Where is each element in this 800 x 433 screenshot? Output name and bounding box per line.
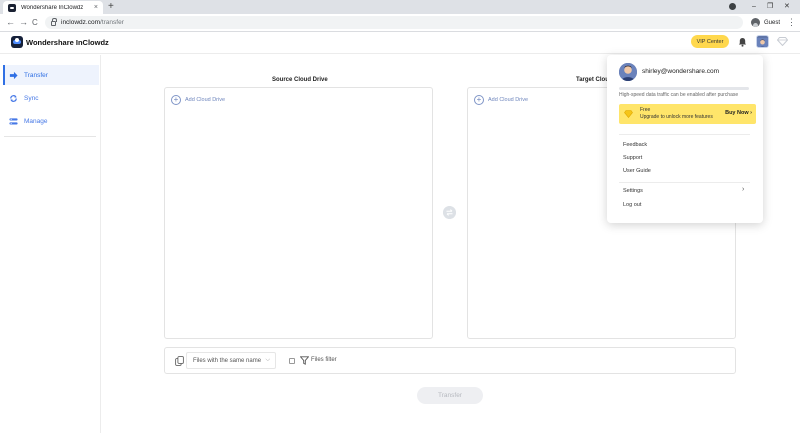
menu-item-feedback[interactable]: Feedback — [623, 142, 647, 148]
sidebar-item-label: Manage — [24, 117, 48, 125]
plus-circle-icon: + — [474, 95, 484, 105]
reload-button[interactable]: C — [32, 16, 38, 29]
traffic-progress-bar — [619, 87, 749, 90]
app-header: Wondershare InClowdz VIP Center — [0, 33, 800, 54]
diamond-icon — [624, 110, 633, 118]
inclowdz-logo-icon — [11, 36, 23, 48]
sync-icon — [10, 94, 17, 102]
menu-divider — [619, 182, 750, 183]
plan-upsell-text: Upgrade to unlock more features — [640, 114, 713, 120]
swap-drives-button[interactable] — [443, 206, 456, 219]
duplicate-files-icon — [175, 356, 184, 366]
sidebar-item-sync[interactable]: Sync — [3, 88, 99, 108]
profile-label: Guest — [764, 19, 781, 26]
files-filter-checkbox[interactable] — [289, 358, 295, 364]
guest-avatar-icon — [751, 18, 760, 27]
menu-item-support[interactable]: Support — [623, 155, 642, 161]
bell-icon[interactable] — [738, 37, 747, 47]
sidebar-item-label: Sync — [24, 94, 39, 102]
add-drive-label: Add Cloud Drive — [488, 97, 529, 103]
window-minimize-button[interactable]: – — [752, 1, 756, 12]
url-path: /transfer — [100, 19, 124, 26]
user-avatar[interactable] — [756, 35, 769, 48]
browser-toolbar: ← → C inclowdz.com /transfer Guest ⋮ — [0, 14, 800, 32]
plan-name: Free — [640, 107, 651, 113]
plan-upgrade-banner[interactable]: Free Upgrade to unlock more features Buy… — [619, 104, 756, 124]
forward-button[interactable]: → — [19, 16, 28, 29]
sidebar-item-label: Transfer — [24, 71, 48, 79]
tab-title: Wondershare InClowdz — [21, 4, 84, 11]
source-drive-panel: + Add Cloud Drive — [164, 87, 433, 339]
account-avatar — [619, 63, 637, 81]
address-bar[interactable]: inclowdz.com /transfer — [45, 16, 743, 29]
chevron-right-icon: › — [742, 186, 745, 193]
lock-icon — [51, 18, 57, 26]
browser-tab-strip: Wondershare InClowdz × + – ❐ ✕ — [0, 0, 800, 14]
sidebar: Transfer Sync Manage — [0, 55, 101, 433]
user-photo-icon — [757, 38, 768, 47]
menu-item-user-guide[interactable]: User Guide — [623, 168, 651, 174]
plus-circle-icon: + — [171, 95, 181, 105]
account-email: shirley@wondershare.com — [642, 68, 720, 75]
window-maximize-button[interactable]: ❐ — [767, 1, 773, 12]
diamond-icon[interactable] — [777, 37, 788, 46]
filter-icon — [300, 356, 309, 365]
buy-now-label: Buy Now — [725, 110, 749, 116]
add-target-drive-button[interactable]: + Add Cloud Drive — [474, 95, 528, 105]
sidebar-item-manage[interactable]: Manage — [3, 111, 99, 131]
same-name-select-value: Files with the same name — [193, 357, 262, 364]
files-filter-label[interactable]: Files filter — [311, 357, 337, 363]
menu-divider — [619, 134, 750, 135]
transfer-icon — [9, 71, 18, 79]
menu-item-settings[interactable]: Settings — [623, 188, 643, 194]
transfer-options-bar: Files with the same name ⌵ Files filter — [164, 347, 736, 374]
browser-profile-icon[interactable] — [729, 3, 736, 10]
sidebar-divider — [4, 136, 96, 137]
browser-menu-button[interactable]: ⋮ — [787, 16, 796, 29]
source-panel-title: Source Cloud Drive — [272, 77, 328, 83]
vip-center-button[interactable]: VIP Center — [691, 35, 729, 48]
window-close-button[interactable]: ✕ — [784, 1, 790, 12]
profile-button[interactable]: Guest — [751, 16, 780, 29]
traffic-note: High-speed data traffic can be enabled a… — [619, 92, 739, 98]
user-photo-icon — [619, 63, 637, 81]
tab-close-icon[interactable]: × — [94, 4, 98, 11]
add-drive-label: Add Cloud Drive — [185, 97, 226, 103]
inclowdz-favicon-icon — [8, 3, 16, 12]
url-host: inclowdz.com — [61, 19, 101, 26]
sidebar-item-transfer[interactable]: Transfer — [3, 65, 99, 85]
account-dropdown: shirley@wondershare.com High-speed data … — [607, 55, 763, 223]
brand-name: Wondershare InClowdz — [26, 37, 109, 47]
menu-item-log-out[interactable]: Log out — [623, 202, 641, 208]
manage-icon — [9, 117, 18, 125]
browser-tab[interactable]: Wondershare InClowdz × — [3, 1, 103, 14]
brand[interactable]: Wondershare InClowdz — [11, 36, 109, 48]
new-tab-button[interactable]: + — [108, 1, 114, 13]
same-name-select[interactable]: Files with the same name ⌵ — [186, 352, 276, 369]
add-source-drive-button[interactable]: + Add Cloud Drive — [171, 95, 225, 105]
chevron-down-icon: ⌵ — [265, 357, 270, 363]
back-button[interactable]: ← — [6, 16, 15, 29]
transfer-button[interactable]: Transfer — [417, 387, 483, 404]
buy-now-button[interactable]: Buy Now › — [725, 110, 752, 116]
